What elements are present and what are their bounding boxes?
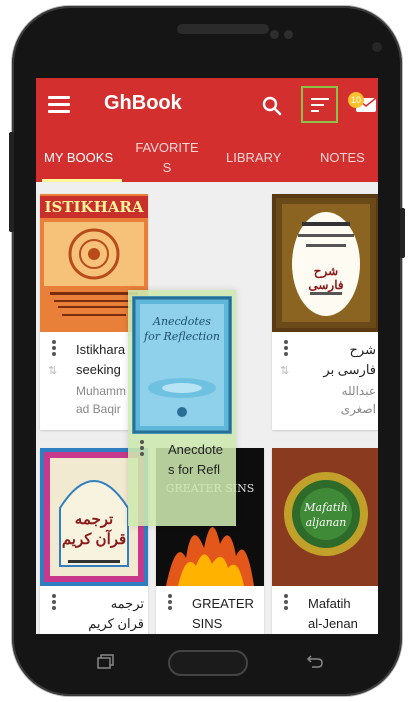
cover-title-line1: Anecdotes xyxy=(153,315,211,328)
volume-button xyxy=(9,132,14,232)
book-title: ترجمه قران کریم xyxy=(76,594,144,634)
book-options-icon[interactable] xyxy=(52,594,56,610)
cover-title: شرح فارسی xyxy=(308,264,344,292)
book-title-line1: GREATER xyxy=(192,596,254,611)
cover-title: ISTIKHARA xyxy=(40,196,148,218)
app-title: GhBook xyxy=(104,92,182,114)
tab-bar: MY BOOKS FAVORITE S LIBRARY NOTES xyxy=(36,134,378,182)
book-title: GREATER SINS xyxy=(192,594,260,634)
book-author-line2: اصغری xyxy=(340,402,376,416)
book-title-line2: قران کریم xyxy=(88,616,144,631)
tab-favorites-line1: FAVORITE xyxy=(135,140,199,155)
cover-title: Mafatih aljanan xyxy=(304,501,348,529)
reorder-icon: ⇅ xyxy=(48,365,58,377)
book-cover-anecdotes[interactable]: Anecdotes for Reflection xyxy=(132,296,232,434)
book-cover-sharh-farsi[interactable]: شرح فارسی xyxy=(272,194,378,332)
dragged-book-card[interactable]: Anecdotes for Reflection Anecdote s for … xyxy=(128,290,236,526)
sort-icon xyxy=(311,98,329,112)
book-options-icon[interactable] xyxy=(284,340,288,356)
back-icon[interactable] xyxy=(304,654,324,670)
search-icon[interactable] xyxy=(262,96,282,116)
proximity-sensor xyxy=(284,30,293,39)
home-button[interactable] xyxy=(168,650,248,676)
book-title-line2: فارسی بر xyxy=(323,362,376,377)
notification-badge: 10 xyxy=(348,92,364,108)
book-options-icon[interactable] xyxy=(52,340,56,356)
front-camera xyxy=(270,30,279,39)
book-title: Mafatih al-Jenan xyxy=(308,594,376,634)
book-author-line1: عبدالله xyxy=(341,384,376,398)
app-screen: GhBook 10 MY BOOKS FAVORITE S LIBRARY NO… xyxy=(36,78,378,634)
messages-button[interactable]: 10 xyxy=(348,92,378,118)
cover-title: Anecdotes for Reflection xyxy=(132,314,232,344)
book-options-icon[interactable] xyxy=(284,594,288,610)
book-card-mafatih[interactable]: Mafatih aljanan Mafatih al-Jenan xyxy=(272,448,378,634)
book-cover-mafatih[interactable]: Mafatih aljanan xyxy=(272,448,378,586)
book-title-line1: Anecdote xyxy=(168,442,223,457)
tab-favorites-line2: S xyxy=(162,160,172,175)
book-card-sharh-farsi[interactable]: شرح فارسی شرح فارسی بر عبدالله اصغری ⇅ xyxy=(272,194,378,430)
book-options-icon[interactable] xyxy=(140,440,144,456)
book-title: Anecdote s for Refl xyxy=(168,440,236,480)
tab-notes[interactable]: NOTES xyxy=(320,150,365,166)
book-options-icon[interactable] xyxy=(168,594,172,610)
tab-favorites[interactable]: FAVORITE S xyxy=(134,140,200,176)
light-sensor xyxy=(372,42,382,52)
earpiece-speaker xyxy=(177,24,269,34)
sort-button[interactable] xyxy=(301,86,338,123)
active-tab-indicator xyxy=(42,179,122,182)
tab-my-books[interactable]: MY BOOKS xyxy=(44,150,113,166)
book-title-line2: SINS xyxy=(192,616,223,631)
hamburger-menu-icon[interactable] xyxy=(48,96,70,114)
tab-library[interactable]: LIBRARY xyxy=(226,150,281,166)
book-title-line2: al-Jenan xyxy=(308,616,358,631)
book-author: عبدالله اصغری xyxy=(308,382,376,418)
cover-ornament xyxy=(276,198,376,328)
power-button xyxy=(400,208,405,258)
app-bar: GhBook 10 MY BOOKS FAVORITE S LIBRARY NO… xyxy=(36,78,378,182)
reorder-icon: ⇅ xyxy=(280,365,290,377)
cover-title: ترجمه قرآن کریم xyxy=(61,511,127,548)
recent-apps-icon[interactable] xyxy=(97,654,115,670)
book-title-line1: ترجمه xyxy=(110,596,144,611)
book-title-line1: Mafatih xyxy=(308,596,351,611)
book-title-line1: شرح xyxy=(349,342,376,357)
book-title-line2: s for Refl xyxy=(168,462,221,477)
cover-title-line2: for Reflection xyxy=(144,330,220,343)
book-title: شرح فارسی بر xyxy=(308,340,376,380)
